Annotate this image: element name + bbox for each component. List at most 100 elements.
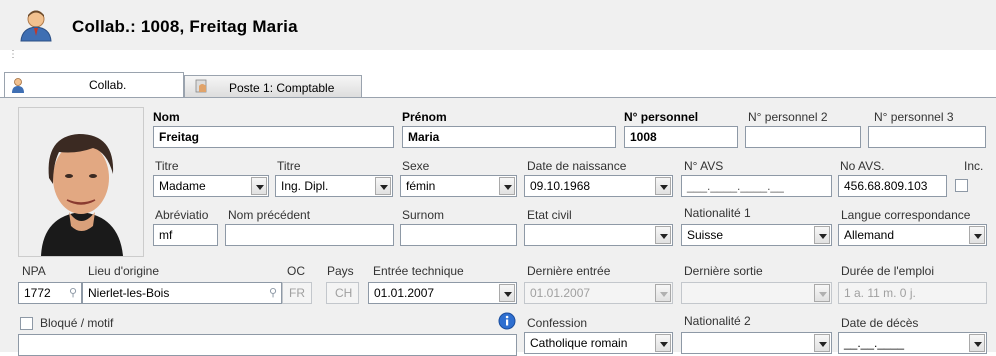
lieu-label: Lieu d'origine: [88, 264, 160, 278]
entree-value: 01.01.2007: [374, 286, 435, 300]
npers2-label: N° personnel 2: [748, 110, 828, 124]
oc-label: OC: [287, 264, 305, 278]
titre1-value: Madame: [159, 179, 206, 193]
chevron-down-icon[interactable]: [969, 226, 985, 244]
chevron-down-icon: [814, 284, 830, 302]
surnom-label: Surnom: [402, 208, 445, 222]
tab-strip: Collab. Poste 1: Comptable: [0, 72, 996, 98]
confession-label: Confession: [527, 316, 588, 330]
bloque-label: Bloqué / motif: [40, 316, 114, 330]
titre2-select[interactable]: Ing. Dipl.: [275, 175, 393, 197]
deces-label: Date de décès: [841, 316, 919, 330]
nomprec-label: Nom précédent: [228, 208, 311, 222]
lieu-value: Nierlet-les-Bois: [88, 286, 170, 300]
search-icon[interactable]: ⚲: [69, 283, 77, 303]
surnom-field[interactable]: [400, 224, 517, 246]
npers3-field[interactable]: [868, 126, 986, 148]
chevron-down-icon[interactable]: [814, 334, 830, 352]
npers3-label: N° personnel 3: [874, 110, 954, 124]
chevron-down-icon: [655, 284, 671, 302]
titre1-label: Titre: [155, 159, 179, 173]
nat1-value: Suisse: [687, 228, 724, 242]
prenom-label: Prénom: [402, 110, 447, 124]
chevron-down-icon[interactable]: [375, 177, 391, 195]
splitter-handle[interactable]: ⋮: [8, 50, 18, 66]
navs-field[interactable]: ___.____.____.__: [681, 175, 832, 197]
duree-field: 1 a. 11 m. 0 j.: [838, 282, 987, 304]
chevron-down-icon[interactable]: [969, 334, 985, 352]
titre2-value: Ing. Dipl.: [281, 179, 329, 193]
dersortie-label: Dernière sortie: [684, 264, 763, 278]
bloque-motif-field[interactable]: [18, 334, 517, 356]
chevron-down-icon[interactable]: [655, 334, 671, 352]
nat2-label: Nationalité 2: [684, 314, 751, 328]
noavs-label: No AVS.: [840, 159, 885, 173]
nom-label: Nom: [153, 110, 180, 124]
etatcivil-label: Etat civil: [527, 208, 572, 222]
chevron-down-icon[interactable]: [655, 226, 671, 244]
chevron-down-icon[interactable]: [655, 177, 671, 195]
duree-label: Durée de l'emploi: [841, 264, 935, 278]
chevron-down-icon[interactable]: [251, 177, 267, 195]
pays-label: Pays: [327, 264, 354, 278]
titre2-label: Titre: [277, 159, 301, 173]
sexe-select[interactable]: fémin: [400, 175, 517, 197]
nat1-select[interactable]: Suisse: [681, 224, 832, 246]
employee-photo: [18, 107, 144, 257]
langue-label: Langue correspondance: [841, 208, 971, 222]
npers-label: N° personnel: [624, 110, 699, 124]
nat1-label: Nationalité 1: [684, 206, 751, 220]
confession-value: Catholique romain: [530, 336, 628, 350]
bloque-checkbox[interactable]: [20, 317, 33, 330]
npa-label: NPA: [22, 264, 46, 278]
abrev-label: Abréviatio: [155, 208, 209, 222]
abrev-field[interactable]: mf: [153, 224, 218, 246]
npa-value: 1772: [24, 286, 51, 300]
deces-value: __.__.____: [844, 336, 905, 350]
derentree-label: Dernière entrée: [527, 264, 611, 278]
inc-checkbox[interactable]: [955, 179, 968, 192]
page-title: Collab.: 1008, Freitag Maria: [72, 17, 298, 36]
confession-select[interactable]: Catholique romain: [524, 332, 673, 354]
nomprec-field[interactable]: [225, 224, 394, 246]
user-icon: [11, 77, 25, 96]
sexe-label: Sexe: [402, 159, 430, 173]
etatcivil-select[interactable]: [524, 224, 673, 246]
sexe-value: fémin: [406, 179, 436, 193]
noavs-field[interactable]: 456.68.809.103: [838, 175, 947, 197]
langue-select[interactable]: Allemand: [838, 224, 987, 246]
tab-label: Collab.: [89, 78, 127, 92]
derentree-value: 01.01.2007: [530, 286, 591, 300]
inc-label: Inc.: [964, 159, 984, 173]
naissance-value: 09.10.1968: [530, 179, 591, 193]
langue-value: Allemand: [844, 228, 895, 242]
entree-date-picker[interactable]: 01.01.2007: [368, 282, 517, 304]
pays-field: CH: [326, 282, 359, 304]
tab-poste-1[interactable]: Poste 1: Comptable: [184, 75, 362, 98]
nat2-select[interactable]: [681, 332, 832, 354]
npers-field[interactable]: 1008: [624, 126, 738, 148]
npa-field[interactable]: 1772 ⚲: [18, 282, 82, 304]
info-icon[interactable]: [498, 312, 516, 330]
naissance-date-picker[interactable]: 09.10.1968: [524, 175, 673, 197]
chevron-down-icon[interactable]: [499, 284, 515, 302]
dersortie-date-picker: [681, 282, 832, 304]
chevron-down-icon[interactable]: [499, 177, 515, 195]
titre1-select[interactable]: Madame: [153, 175, 269, 197]
lieu-field[interactable]: Nierlet-les-Bois ⚲: [82, 282, 282, 304]
oc-field: FR: [282, 282, 312, 304]
poste-icon: [195, 78, 209, 97]
tab-label: Poste 1: Comptable: [229, 81, 335, 95]
search-icon[interactable]: ⚲: [269, 283, 277, 303]
npers2-field[interactable]: [745, 126, 861, 148]
chevron-down-icon[interactable]: [814, 226, 830, 244]
derentree-date-picker: 01.01.2007: [524, 282, 673, 304]
prenom-field[interactable]: Maria: [402, 126, 616, 148]
naissance-label: Date de naissance: [527, 159, 627, 173]
deces-date-picker[interactable]: __.__.____: [838, 332, 987, 354]
navs-label: N° AVS: [684, 159, 724, 173]
tab-collab[interactable]: Collab.: [4, 72, 184, 98]
nom-field[interactable]: Freitag: [153, 126, 394, 148]
user-icon: [18, 8, 54, 42]
entree-label: Entrée technique: [373, 264, 464, 278]
